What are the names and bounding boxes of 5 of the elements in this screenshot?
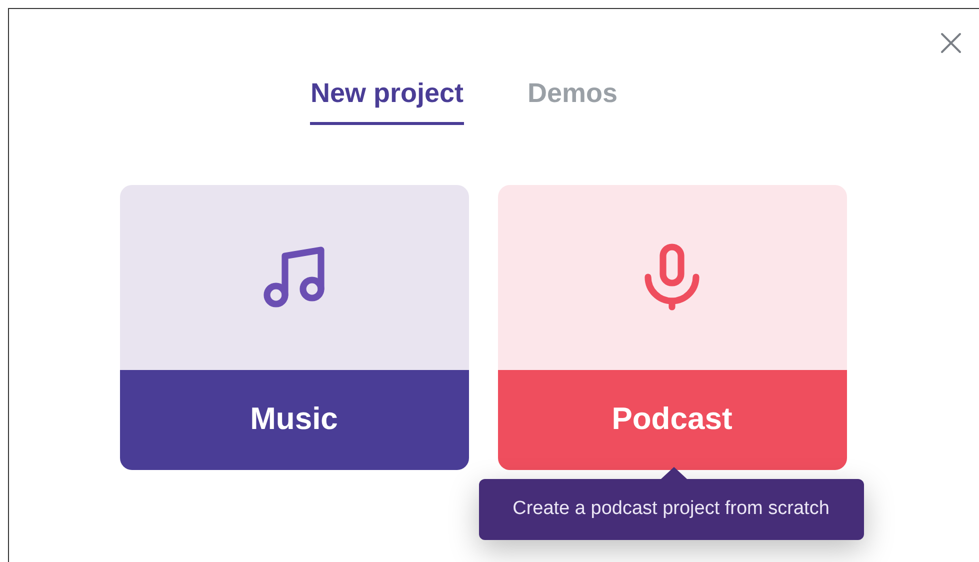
close-icon: [939, 31, 963, 55]
card-label: Podcast: [612, 400, 732, 438]
card-label: Music: [250, 400, 338, 438]
tooltip-arrow-icon: [660, 466, 686, 478]
tab[interactable]: New project: [310, 73, 464, 124]
